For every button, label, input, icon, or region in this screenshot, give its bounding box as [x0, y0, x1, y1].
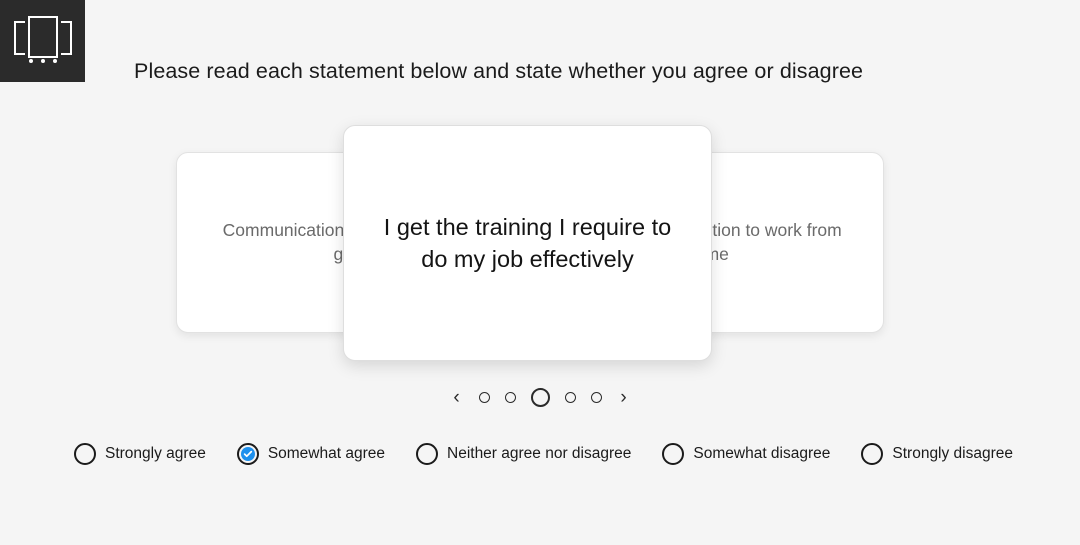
- chevron-left-icon[interactable]: ‹: [450, 388, 464, 407]
- option-strongly-disagree[interactable]: Strongly disagree: [861, 443, 1013, 465]
- option-label-strongly-agree: Strongly agree: [105, 445, 206, 462]
- pagination-dot-4[interactable]: [564, 391, 576, 403]
- bracket-left-icon: [13, 21, 25, 55]
- radio-icon-somewhat-disagree[interactable]: [662, 443, 685, 465]
- app-logo[interactable]: [0, 0, 85, 82]
- option-label-somewhat-disagree: Somewhat disagree: [693, 445, 831, 462]
- survey-frame-icon: [13, 16, 72, 66]
- option-label-strongly-disagree: Strongly disagree: [892, 445, 1014, 462]
- radio-icon-strongly-disagree[interactable]: [861, 443, 884, 465]
- page-title: Please read each statement below and sta…: [134, 59, 864, 83]
- statement-carousel: Communication within my team is good I w…: [0, 110, 1080, 375]
- radio-icon-strongly-agree[interactable]: [74, 443, 96, 465]
- option-somewhat-agree[interactable]: Somewhat agree: [236, 443, 385, 465]
- option-label-somewhat-agree: Somewhat agree: [267, 445, 385, 462]
- chevron-right-icon[interactable]: ›: [617, 388, 631, 407]
- carousel-pagination: ‹ ›: [0, 383, 1080, 411]
- radio-icon-somewhat-agree-checked[interactable]: [236, 443, 259, 465]
- answer-options: Strongly agree Somewhat agree Neither ag…: [74, 443, 1013, 465]
- logo-dot: [52, 59, 57, 63]
- logo-dot: [28, 59, 33, 63]
- option-neither-agree-nor-disagree[interactable]: Neither agree nor disagree: [416, 443, 631, 465]
- radio-icon-neither-agree-nor-disagree[interactable]: [416, 443, 438, 465]
- pagination-dot-1[interactable]: [478, 391, 490, 403]
- logo-dot: [40, 59, 45, 63]
- bracket-right-icon: [60, 21, 72, 55]
- pagination-dot-5[interactable]: [590, 391, 602, 403]
- logo-dots-icon: [28, 59, 57, 63]
- card-square-icon: [27, 16, 58, 58]
- statement-card-active[interactable]: I get the training I require to do my jo…: [343, 125, 712, 361]
- check-icon: [240, 447, 255, 461]
- pagination-dot-3[interactable]: [530, 387, 550, 407]
- statement-card-active-text: I get the training I require to do my jo…: [383, 213, 672, 272]
- pagination-dot-2[interactable]: [504, 391, 516, 403]
- option-label-neither-agree-nor-disagree: Neither agree nor disagree: [447, 445, 632, 462]
- option-somewhat-disagree[interactable]: Somewhat disagree: [662, 443, 830, 465]
- option-strongly-agree[interactable]: Strongly agree: [74, 443, 206, 465]
